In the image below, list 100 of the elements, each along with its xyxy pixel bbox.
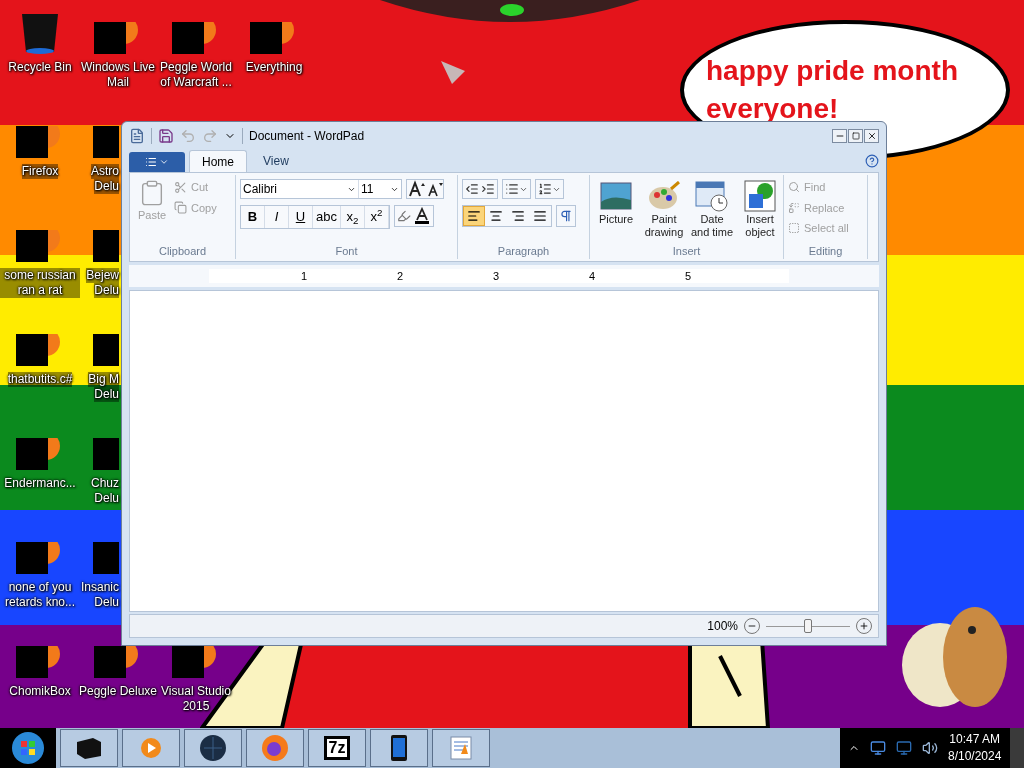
- close-button[interactable]: [864, 129, 879, 143]
- landscape-icon: [600, 182, 632, 210]
- icon-label: Delu: [94, 491, 119, 506]
- redacted-icon[interactable]: [94, 22, 140, 54]
- redacted-icon[interactable]: [94, 646, 140, 678]
- icon-label: ChomikBox: [9, 684, 71, 699]
- highlighter-icon[interactable]: [396, 209, 411, 223]
- palette-icon: [647, 181, 681, 211]
- line-spacing-icon: [538, 182, 552, 196]
- play-icon: [139, 736, 163, 760]
- icon-label: Big M: [88, 372, 119, 387]
- redacted-icon[interactable]: [16, 542, 62, 574]
- save-icon[interactable]: [158, 128, 174, 144]
- icon-label: Firefox: [21, 164, 59, 179]
- icon-label: Astro: [91, 164, 119, 179]
- ribbon-tab[interactable]: View: [251, 150, 301, 172]
- group-label: Insert: [671, 244, 702, 259]
- icon-label: Chuz: [91, 476, 119, 491]
- help-icon[interactable]: [865, 154, 879, 168]
- redacted-icon[interactable]: [16, 126, 62, 158]
- calendar-clock-icon: [695, 180, 729, 212]
- icon-label: Bejew: [86, 268, 119, 283]
- windows-orb-icon: [11, 731, 45, 765]
- zoom-thumb[interactable]: [804, 619, 812, 633]
- network-icon[interactable]: [870, 740, 886, 756]
- zoom-slider[interactable]: [766, 618, 850, 634]
- globe-icon: [199, 734, 227, 762]
- bullet-list-dropdown[interactable]: [502, 179, 531, 199]
- window-title: Document - WordPad: [249, 128, 365, 145]
- insert-button[interactable]: Picture: [594, 179, 638, 239]
- archive-icon: 7z: [323, 736, 351, 760]
- icon-label: some russian ran a rat: [0, 268, 80, 298]
- shrink-font-icon[interactable]: [425, 180, 443, 198]
- decrease-indent-icon[interactable]: [465, 182, 479, 196]
- align-icon: [511, 209, 525, 223]
- redacted-icon[interactable]: [250, 22, 296, 54]
- ruler-number: 4: [589, 269, 596, 283]
- box-icon: [75, 736, 103, 760]
- ruler-number: 2: [397, 269, 404, 283]
- icon-label: Delu: [94, 283, 119, 298]
- ruler-number: 5: [685, 269, 692, 283]
- shapes-icon: [744, 180, 776, 212]
- align-icon: [489, 209, 503, 223]
- format-button[interactable]: x$_{2}$: [340, 206, 365, 228]
- format-button[interactable]: I: [265, 206, 289, 228]
- icon-label: thatbutits.c#: [7, 372, 73, 387]
- font-color-icon[interactable]: [412, 207, 431, 225]
- format-button[interactable]: U: [289, 206, 313, 228]
- ribbon-tab[interactable]: Home: [189, 150, 247, 172]
- align-icon: [467, 209, 481, 223]
- phone-icon: [390, 734, 408, 762]
- redacted-icon[interactable]: [16, 646, 62, 678]
- redacted-icon[interactable]: [16, 230, 62, 262]
- format-button[interactable]: abc: [313, 206, 341, 228]
- volume-icon[interactable]: [922, 740, 938, 756]
- icon-label: Peggle World of Warcraft ...: [159, 60, 233, 90]
- font-family-dropdown[interactable]: Calibri: [241, 180, 359, 198]
- insert-button[interactable]: Date and time: [690, 179, 734, 239]
- taskbar-button[interactable]: [184, 729, 242, 767]
- paragraph-icon[interactable]: [559, 209, 573, 223]
- copy-icon: [174, 201, 187, 215]
- group-label: Clipboard: [157, 244, 208, 259]
- icon-label: Visual Studio 2015: [160, 684, 232, 714]
- redacted-icon[interactable]: [16, 334, 62, 366]
- caret-icon: [159, 157, 169, 167]
- menu-icon: [145, 156, 157, 168]
- redacted-icon[interactable]: [172, 22, 218, 54]
- taskbar-button[interactable]: 7z: [308, 729, 366, 767]
- redacted-icon[interactable]: [16, 438, 62, 470]
- icon-label: none of you retards kno...: [4, 580, 76, 610]
- font-size-dropdown[interactable]: 11: [359, 180, 401, 198]
- app-menu-button[interactable]: [129, 152, 185, 172]
- icon-label: Delu: [94, 387, 119, 402]
- insert-button[interactable]: Insert object: [738, 179, 782, 239]
- taskbar-button[interactable]: [370, 729, 428, 767]
- icon-label: Recycle Bin: [8, 60, 72, 75]
- replace-icon: [788, 201, 800, 214]
- scissors-icon: [174, 180, 187, 194]
- format-button[interactable]: x$^{2}$: [364, 206, 389, 228]
- insert-button[interactable]: Paint drawing: [642, 179, 686, 239]
- clock[interactable]: 10:47 AM 8/10/2024: [948, 731, 1002, 765]
- minimize-button[interactable]: [832, 129, 847, 143]
- zoom-level: 100%: [707, 618, 738, 635]
- group-label: Editing: [807, 244, 844, 259]
- align-icon: [533, 209, 547, 223]
- format-button[interactable]: B: [241, 206, 265, 228]
- icon-label: Delu: [94, 595, 119, 610]
- document-icon[interactable]: [129, 128, 145, 144]
- grow-font-icon[interactable]: [407, 180, 425, 198]
- align-button[interactable]: [463, 206, 485, 226]
- increase-indent-icon[interactable]: [481, 182, 495, 196]
- taskbar-button[interactable]: [432, 729, 490, 767]
- wallpaper-caption: happy pride month everyone!: [706, 54, 959, 126]
- display-icon[interactable]: [896, 740, 912, 756]
- icon-label: Delu: [94, 179, 119, 194]
- binoculars-icon: [788, 181, 800, 194]
- line-spacing-dropdown[interactable]: [535, 179, 564, 199]
- icon-label: Windows Live Mail: [80, 60, 156, 90]
- start-button[interactable]: [0, 728, 56, 768]
- taskbar-button[interactable]: [60, 729, 118, 767]
